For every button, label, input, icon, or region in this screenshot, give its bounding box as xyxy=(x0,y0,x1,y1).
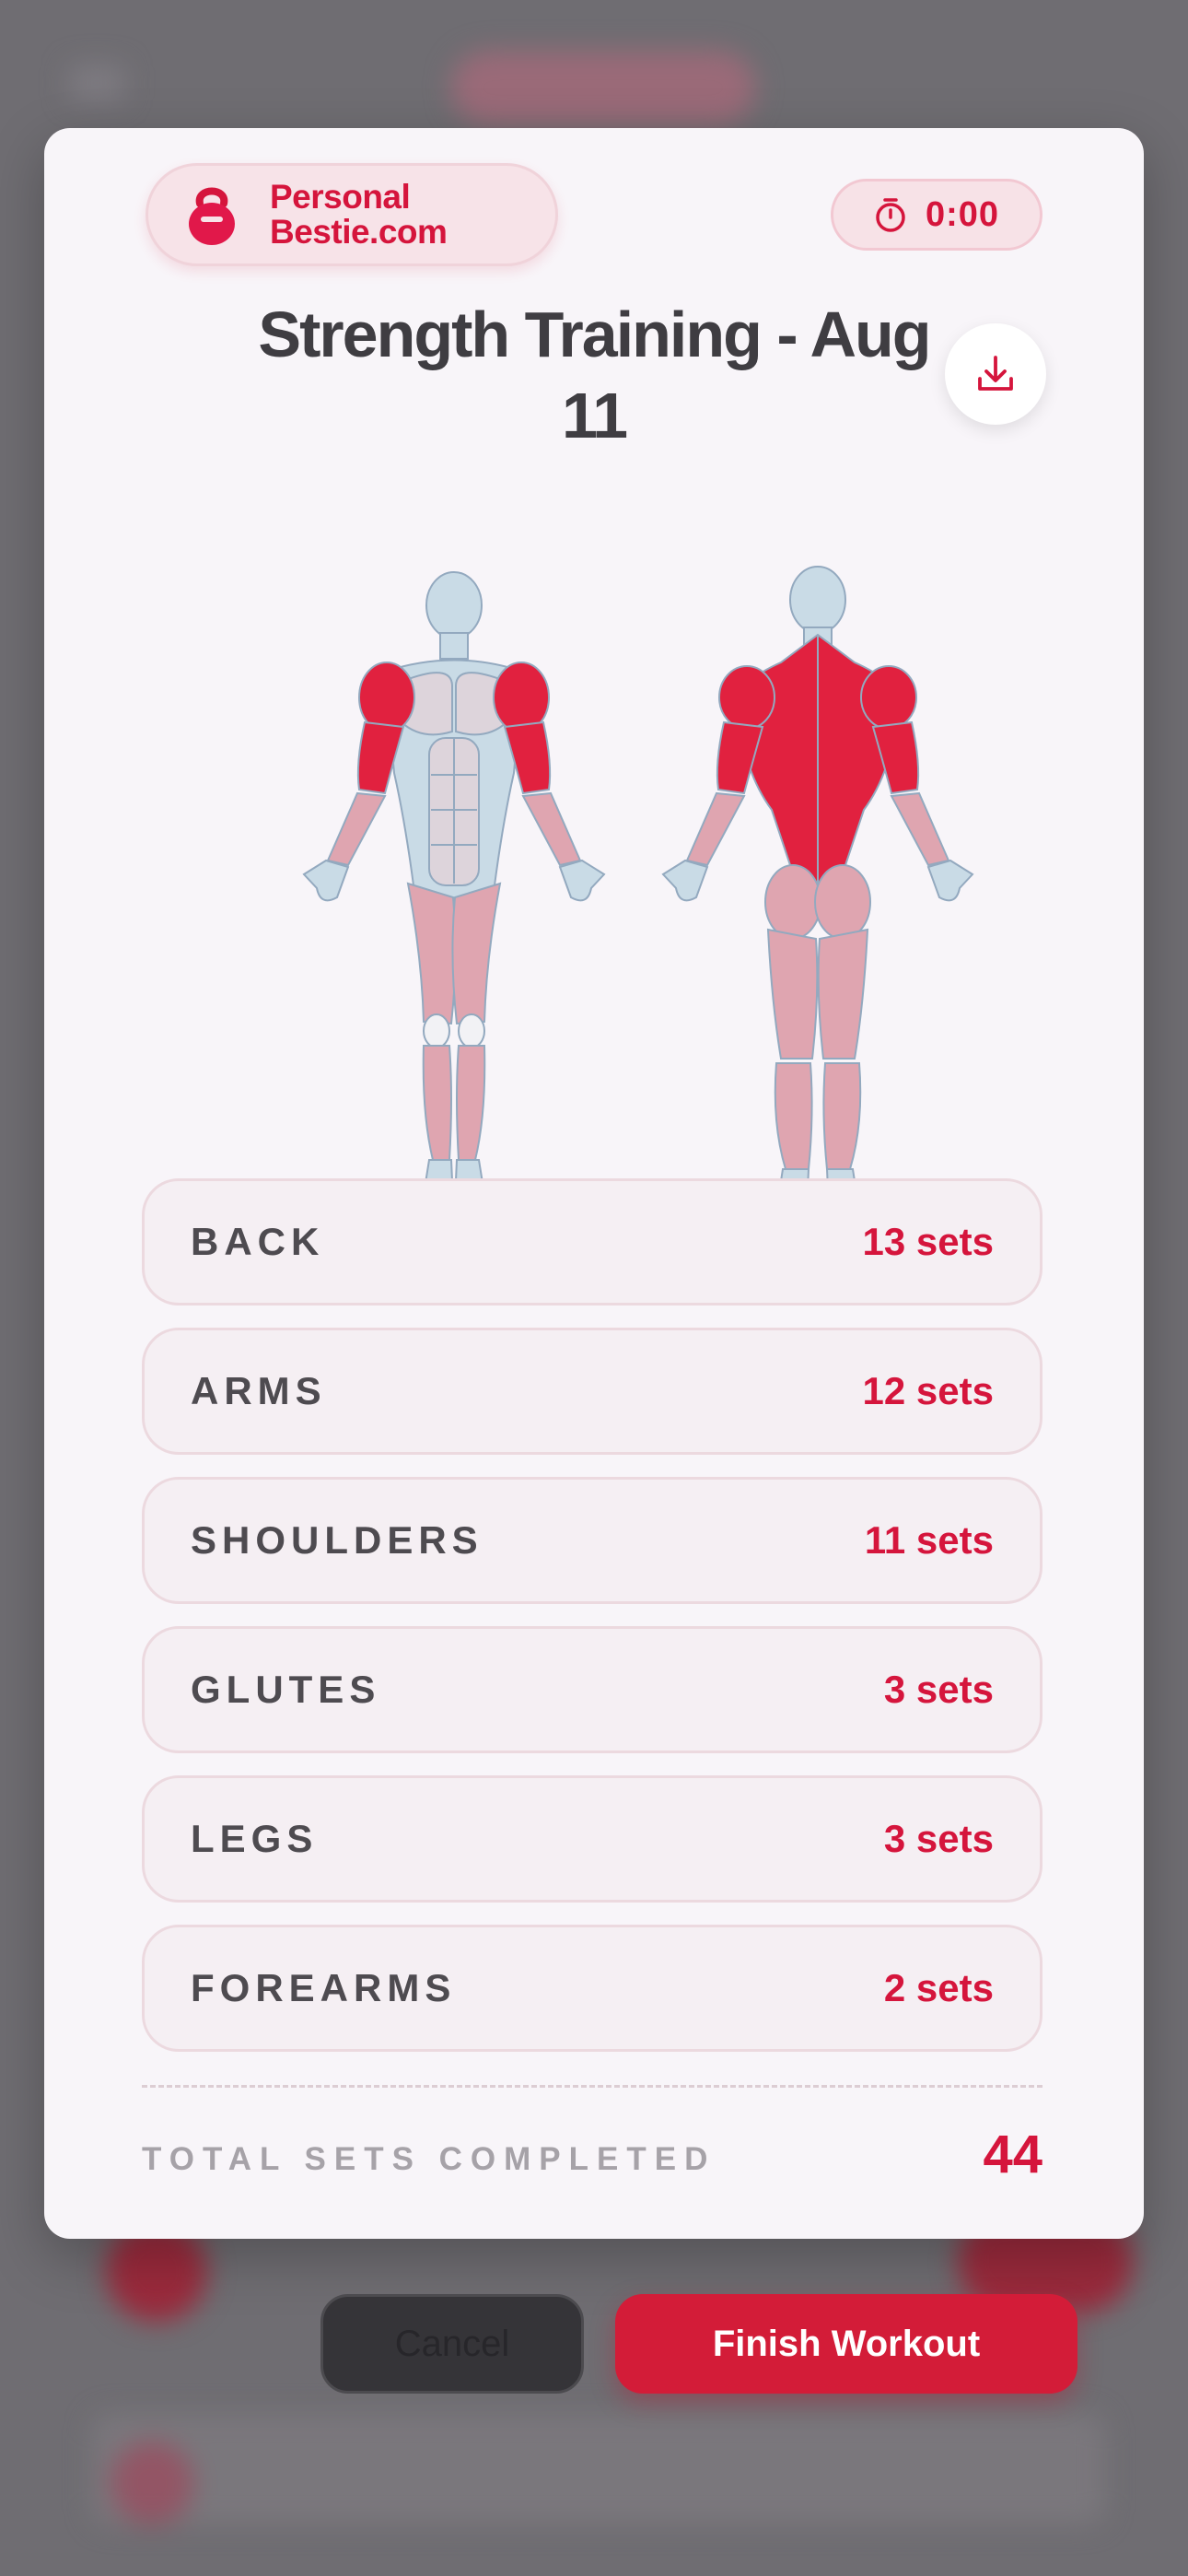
muscle-name: SHOULDERS xyxy=(191,1518,483,1562)
muscle-name: LEGS xyxy=(191,1817,319,1860)
list-item-glutes: GLUTES 3 sets xyxy=(142,1626,1042,1753)
list-item-shoulders: SHOULDERS 11 sets xyxy=(142,1477,1042,1604)
workout-summary-card: Personal Bestie.com 0:00 Strength Traini… xyxy=(44,128,1144,2239)
brand-badge: Personal Bestie.com xyxy=(146,163,558,266)
background-tab-icon xyxy=(111,2441,193,2524)
total-sets-label: TOTAL SETS COMPLETED xyxy=(142,2141,716,2177)
total-sets-value: 44 xyxy=(983,2125,1042,2184)
front-body-figure xyxy=(302,571,606,1211)
stopwatch-icon xyxy=(876,198,905,232)
list-item-legs: LEGS 3 sets xyxy=(142,1775,1042,1903)
brand-line2: Bestie.com xyxy=(270,213,448,251)
back-body-figure xyxy=(661,566,974,1218)
background-tab-bar xyxy=(92,2414,1105,2524)
finish-workout-button[interactable]: Finish Workout xyxy=(615,2294,1077,2394)
muscle-name: GLUTES xyxy=(191,1668,381,1711)
muscle-sets: 11 sets xyxy=(864,1518,994,1562)
muscle-name: ARMS xyxy=(191,1369,327,1412)
muscle-map xyxy=(302,566,974,1218)
brand-line1: Personal xyxy=(270,178,411,216)
muscle-sets: 3 sets xyxy=(883,1817,994,1860)
background-menu xyxy=(69,64,124,101)
brand-name: Personal Bestie.com xyxy=(270,178,448,251)
list-item-forearms: FOREARMS 2 sets xyxy=(142,1925,1042,2052)
cancel-button[interactable]: Cancel xyxy=(320,2294,584,2394)
muscle-sets: 13 sets xyxy=(862,1220,994,1263)
download-button[interactable] xyxy=(945,323,1046,425)
divider xyxy=(142,2085,1042,2088)
download-icon xyxy=(978,356,1013,391)
muscle-sets: 2 sets xyxy=(883,1966,994,2009)
workout-title: Strength Training - Aug 11 xyxy=(258,299,931,451)
muscle-sets-list: BACK 13 sets ARMS 12 sets SHOULDERS 11 s… xyxy=(142,1178,1042,2074)
timer-value: 0:00 xyxy=(925,194,1000,234)
muscle-sets: 3 sets xyxy=(883,1668,994,1711)
muscle-name: BACK xyxy=(191,1220,325,1263)
list-item-back: BACK 13 sets xyxy=(142,1178,1042,1306)
muscle-name: FOREARMS xyxy=(191,1966,457,2009)
muscle-sets: 12 sets xyxy=(862,1369,994,1412)
background-logo xyxy=(451,51,755,124)
list-item-arms: ARMS 12 sets xyxy=(142,1328,1042,1455)
kettlebell-icon xyxy=(189,187,235,245)
workout-timer: 0:00 xyxy=(831,179,1042,251)
